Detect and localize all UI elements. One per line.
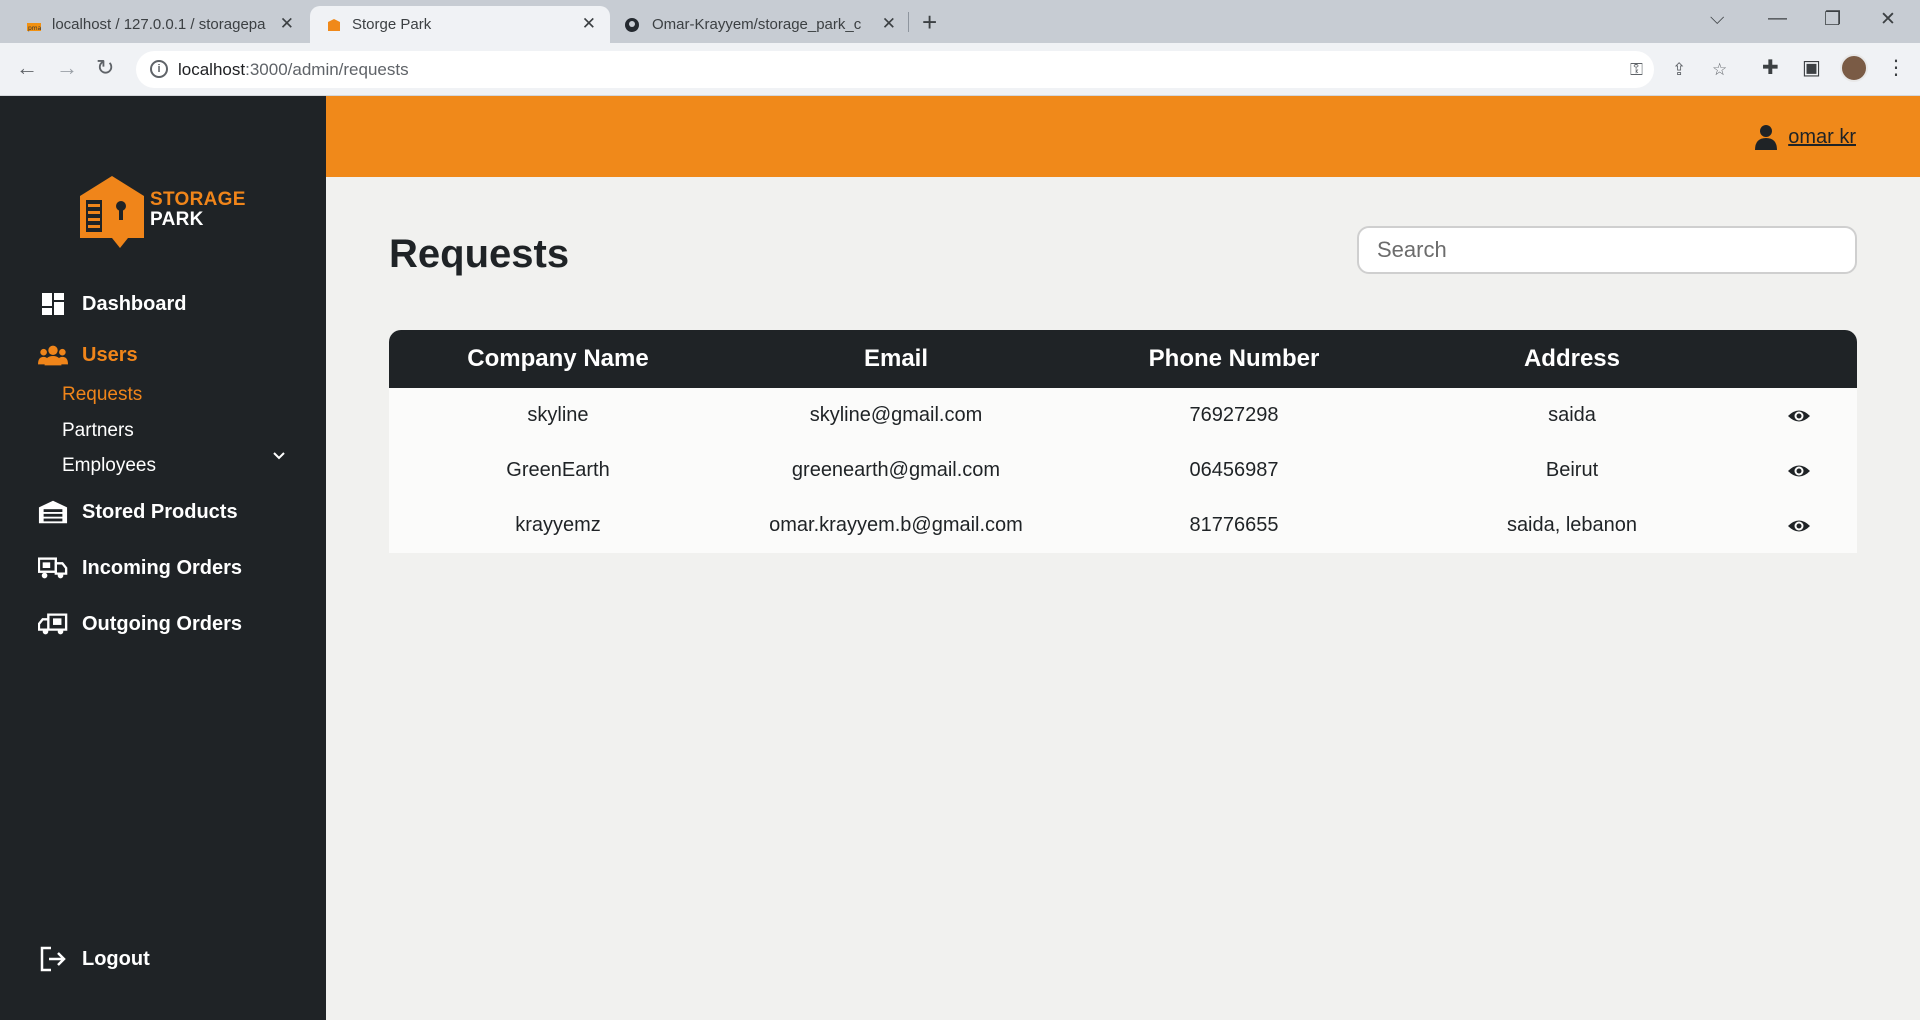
- nav-label: Dashboard: [82, 292, 187, 315]
- cell-actions: [1741, 404, 1857, 428]
- tab-search-chevron-icon[interactable]: ⌵: [1710, 8, 1724, 30]
- close-icon[interactable]: ✕: [280, 14, 294, 34]
- restore-button[interactable]: ❐: [1824, 8, 1841, 31]
- close-icon[interactable]: ✕: [882, 14, 896, 34]
- cell-email: skyline@gmail.com: [809, 404, 983, 426]
- cell-company: GreenEarth: [506, 459, 610, 481]
- table-header-row: Company Name Email Phone Number Address: [389, 330, 1857, 388]
- tab-title: Storge Park: [352, 16, 432, 33]
- nav-label: Users: [82, 343, 138, 366]
- nav-label: Logout: [82, 947, 150, 970]
- forward-arrow-icon[interactable]: →: [56, 55, 78, 81]
- cell-company: skyline: [527, 404, 589, 426]
- share-icon[interactable]: ⇪: [1672, 60, 1686, 80]
- menu-kebab-icon[interactable]: ⋮: [1886, 55, 1906, 80]
- nav-label: Incoming Orders: [82, 556, 243, 579]
- truck-loading-icon: [38, 555, 68, 581]
- user-name: omar kr: [1788, 125, 1856, 148]
- url-text: localhost:3000/admin/requests: [178, 60, 409, 79]
- top-header: omar kr: [326, 96, 1920, 177]
- tab-separator: [908, 12, 909, 32]
- table-row: GreenEarth greenearth@gmail.com 06456987…: [389, 443, 1857, 498]
- new-tab-button[interactable]: +: [922, 7, 937, 38]
- browser-toolbar: ← → ↻ i localhost:3000/admin/requests ⚿ …: [0, 43, 1920, 96]
- bookmark-star-icon[interactable]: ☆: [1712, 60, 1727, 80]
- eye-icon[interactable]: [1787, 514, 1811, 538]
- truck-ramp-icon: [38, 611, 68, 637]
- storage-park-logo[interactable]: STORAGE PARK: [76, 172, 256, 248]
- browser-tab[interactable]: Omar-Krayyem/storage_park_cli ✕: [612, 6, 910, 43]
- chevron-down-icon[interactable]: [272, 448, 286, 464]
- nav-dashboard[interactable]: Dashboard: [38, 291, 186, 317]
- search-input[interactable]: [1357, 226, 1857, 274]
- user-icon: [1755, 125, 1778, 150]
- logo-text: STORAGE PARK: [150, 189, 246, 230]
- minimize-button[interactable]: —: [1768, 8, 1787, 30]
- eye-icon[interactable]: [1787, 404, 1811, 428]
- cell-email: omar.krayyem.b@gmail.com: [769, 514, 1023, 536]
- browser-tabbar: pma localhost / 127.0.0.1 / storagepa ✕ …: [0, 0, 1920, 43]
- cell-actions: [1741, 459, 1857, 483]
- close-icon[interactable]: ✕: [582, 14, 596, 34]
- column-header: Phone Number: [1148, 345, 1320, 372]
- main-content: Requests Company Name Email Phone Number…: [326, 177, 1920, 1020]
- page-title: Requests: [389, 232, 570, 276]
- user-profile-link[interactable]: omar kr: [1754, 124, 1856, 150]
- tab-title: localhost / 127.0.0.1 / storagepa: [52, 16, 266, 33]
- cell-phone: 06456987: [1189, 459, 1279, 481]
- site-info-icon[interactable]: i: [150, 60, 168, 78]
- cell-address: saida, lebanon: [1506, 514, 1638, 536]
- svg-text:pma: pma: [28, 25, 42, 32]
- nav-outgoing-orders[interactable]: Outgoing Orders: [38, 611, 242, 637]
- sidebar-item-partners[interactable]: Partners: [62, 420, 134, 442]
- storage-building-logo-icon: [80, 176, 144, 248]
- warehouse-icon: [38, 499, 68, 525]
- storage-park-favicon-icon: [328, 19, 340, 31]
- sidebar: STORAGE PARK Dashboard Users Requests Pa…: [0, 96, 326, 1020]
- table-row: skyline skyline@gmail.com 76927298 saida: [389, 388, 1857, 443]
- column-header: Address: [1523, 345, 1621, 372]
- nav-label: Stored Products: [82, 500, 238, 523]
- users-icon: [38, 342, 68, 368]
- browser-tab-active[interactable]: Storge Park ✕: [310, 6, 610, 43]
- table-row: krayyemz omar.krayyem.b@gmail.com 817766…: [389, 498, 1857, 553]
- column-header: Company Name: [467, 345, 649, 372]
- side-panel-icon[interactable]: ▣: [1802, 55, 1821, 80]
- window-close-button[interactable]: ✕: [1880, 8, 1896, 31]
- nav-incoming-orders[interactable]: Incoming Orders: [38, 555, 242, 581]
- sidebar-item-employees[interactable]: Employees: [62, 455, 156, 477]
- requests-table: Company Name Email Phone Number Address …: [389, 330, 1857, 553]
- cell-phone: 81776655: [1189, 514, 1279, 536]
- phpmyadmin-favicon-icon: pma: [27, 23, 42, 32]
- nav-label: Outgoing Orders: [82, 612, 242, 635]
- address-bar[interactable]: i localhost:3000/admin/requests ⚿ ⇪ ☆: [136, 51, 1727, 88]
- extensions-puzzle-icon[interactable]: ✚: [1762, 55, 1779, 80]
- cell-email: greenearth@gmail.com: [791, 459, 1001, 481]
- eye-icon[interactable]: [1787, 459, 1811, 483]
- cell-phone: 76927298: [1189, 404, 1279, 426]
- nav-stored-products[interactable]: Stored Products: [38, 499, 238, 525]
- cell-company: krayyemz: [515, 514, 601, 536]
- browser-tab[interactable]: pma localhost / 127.0.0.1 / storagepa ✕: [0, 6, 308, 43]
- cell-address: saida: [1548, 404, 1596, 426]
- table-body: skyline skyline@gmail.com 76927298 saida…: [389, 388, 1857, 553]
- sidebar-item-requests[interactable]: Requests: [62, 384, 142, 406]
- github-icon: [625, 18, 639, 32]
- reload-icon[interactable]: ↻: [96, 55, 114, 81]
- tab-title: Omar-Krayyem/storage_park_cli: [652, 16, 862, 33]
- nav-users[interactable]: Users: [38, 342, 138, 368]
- dashboard-icon: [38, 291, 68, 317]
- column-header: Email: [863, 345, 929, 372]
- logout-icon: [38, 946, 68, 972]
- profile-avatar[interactable]: [1840, 54, 1868, 82]
- key-icon[interactable]: ⚿: [1630, 60, 1643, 80]
- back-arrow-icon[interactable]: ←: [16, 55, 38, 81]
- cell-address: Beirut: [1545, 459, 1599, 481]
- cell-actions: [1741, 514, 1857, 538]
- logout-button[interactable]: Logout: [38, 946, 150, 972]
